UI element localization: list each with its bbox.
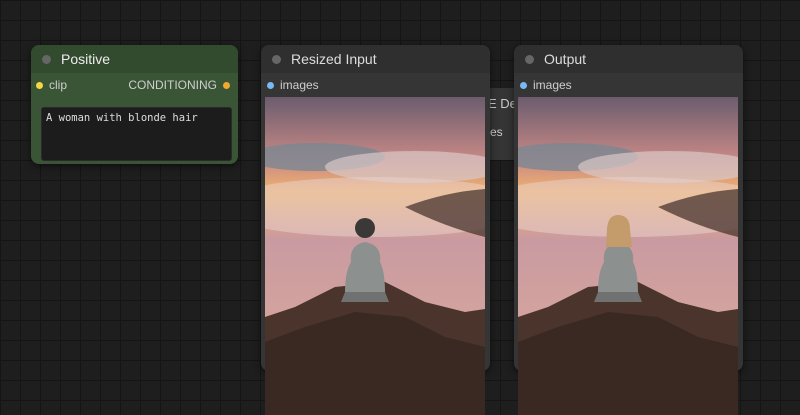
hidden-node-slot-label: es: [490, 125, 503, 139]
node-header[interactable]: Output: [514, 45, 743, 73]
node-title: Positive: [61, 51, 111, 67]
clip-input-slot[interactable]: clip: [36, 78, 67, 92]
node-title: Resized Input: [291, 51, 377, 67]
preview-image-output: [518, 97, 738, 415]
hidden-node-title: E De: [488, 96, 517, 111]
node-title: Output: [544, 51, 587, 67]
node-header[interactable]: Resized Input: [261, 45, 490, 73]
node-header[interactable]: Positive: [31, 45, 238, 73]
images-input-label: images: [533, 78, 572, 92]
clip-input-label: clip: [49, 78, 68, 92]
images-input-label: images: [280, 78, 319, 92]
collapse-toggle-icon[interactable]: [525, 54, 534, 64]
resized-input-node[interactable]: Resized Input images: [261, 45, 490, 415]
output-node[interactable]: Output images: [514, 45, 743, 415]
positive-prompt-node[interactable]: Positive clip CONDITIONING A woman with …: [31, 45, 238, 164]
prompt-text-input[interactable]: A woman with blonde hair: [41, 107, 232, 161]
slot-row: images: [261, 73, 490, 97]
images-input-dot-icon[interactable]: [267, 81, 274, 89]
conditioning-output-slot[interactable]: CONDITIONING: [128, 78, 230, 92]
collapse-toggle-icon[interactable]: [272, 54, 281, 64]
preview-image-resized: [265, 97, 485, 415]
collapse-toggle-icon[interactable]: [42, 54, 51, 64]
slot-row: clip CONDITIONING: [31, 73, 238, 97]
clip-input-dot-icon[interactable]: [36, 81, 43, 89]
conditioning-output-label: CONDITIONING: [128, 78, 217, 92]
conditioning-output-dot-icon[interactable]: [223, 81, 230, 89]
images-input-dot-icon[interactable]: [520, 81, 527, 89]
slot-row: images: [514, 73, 743, 97]
